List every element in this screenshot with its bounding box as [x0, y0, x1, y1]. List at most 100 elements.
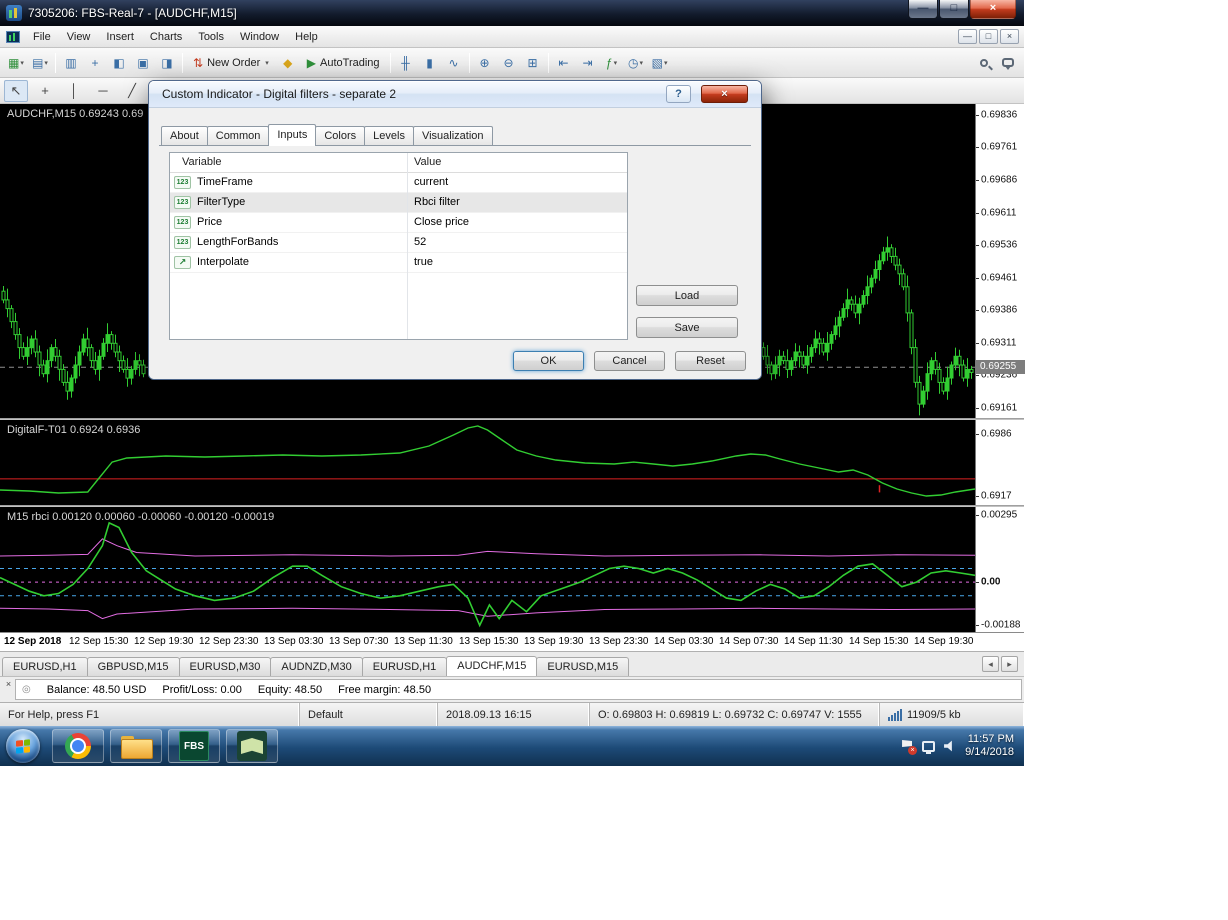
search-icon[interactable] — [972, 52, 996, 74]
ok-button[interactable]: OK — [513, 351, 584, 371]
periods-icon[interactable]: ◷▾ — [624, 52, 648, 74]
market-watch-icon[interactable]: ▥ — [59, 52, 83, 74]
step-forward-icon-glyph: ⇥ — [583, 56, 593, 70]
vertical-line-icon[interactable]: │ — [62, 80, 86, 102]
chart-tab-audnzd-m30[interactable]: AUDNZD,M30 — [270, 657, 362, 676]
menu-insert[interactable]: Insert — [98, 28, 142, 46]
line-chart-icon[interactable]: ∿ — [442, 52, 466, 74]
tab-visualization[interactable]: Visualization — [413, 126, 493, 145]
bar-chart-icon[interactable]: ╫ — [394, 52, 418, 74]
cursor-icon[interactable]: ↖ — [4, 80, 28, 102]
action-center-icon[interactable] — [901, 740, 913, 752]
table-row[interactable]: ↗Interpolatetrue — [170, 253, 627, 273]
time-label: 13 Sep 23:30 — [589, 636, 649, 647]
dropdown-arrow-icon: ▾ — [265, 59, 269, 67]
status-time[interactable]: 2018.09.13 16:15 — [438, 703, 590, 726]
tile-windows-icon[interactable]: ⊞ — [521, 52, 545, 74]
navigator-icon[interactable]: ◧ — [107, 52, 131, 74]
terminal-close-button[interactable]: × — [3, 679, 14, 690]
mdi-minimize-button[interactable]: — — [958, 29, 977, 44]
chart-tab-gbpusd-m15[interactable]: GBPUSD,M15 — [87, 657, 180, 676]
tab-colors[interactable]: Colors — [315, 126, 365, 145]
table-row[interactable]: 123PriceClose price — [170, 213, 627, 233]
zoom-in-icon[interactable]: ⊕ — [473, 52, 497, 74]
table-row[interactable]: 123FilterTypeRbci filter — [170, 193, 627, 213]
scroll-right-button[interactable]: ▸ — [1001, 656, 1018, 672]
tab-common[interactable]: Common — [207, 126, 270, 145]
profiles-icon[interactable]: ▤▾ — [28, 52, 52, 74]
time-label: 12 Sep 2018 — [4, 636, 61, 647]
indicator1-scale[interactable]: 0.69860.6917 — [975, 420, 1024, 505]
terminal-icon[interactable]: ▣ — [131, 52, 155, 74]
minimize-button[interactable]: — — [908, 0, 938, 19]
load-button[interactable]: Load — [636, 285, 738, 306]
zoom-out-icon-glyph: ⊖ — [504, 56, 514, 70]
time-axis[interactable]: 12 Sep 201812 Sep 15:3012 Sep 19:3012 Se… — [0, 632, 1024, 651]
chart-tab-eurusd-h1[interactable]: EURUSD,H1 — [2, 657, 88, 676]
restore-button[interactable]: □ — [939, 0, 969, 19]
horizontal-line-icon[interactable]: ─ — [91, 80, 115, 102]
chrome-taskbar-button[interactable] — [52, 729, 104, 763]
trendline-icon[interactable]: ╱ — [120, 80, 144, 102]
chart-tab-eurusd-m15[interactable]: EURUSD,M15 — [536, 657, 629, 676]
indicator2-scale[interactable]: 0.002950.00-0.00188 — [975, 507, 1024, 632]
scale-tick — [976, 496, 979, 497]
menu-charts[interactable]: Charts — [142, 28, 190, 46]
column-header-value: Value — [414, 156, 441, 168]
step-back-icon[interactable]: ⇤ — [552, 52, 576, 74]
new-chart-icon[interactable]: ▦▾ — [4, 52, 28, 74]
price-scale[interactable]: 0.698360.697610.696860.696110.695360.694… — [975, 104, 1024, 418]
new-order-button[interactable]: ⇅New Order▾ — [186, 54, 276, 72]
indicator2-pane[interactable]: M15 rbci 0.00120 0.00060 -0.00060 -0.001… — [0, 507, 975, 632]
menu-help[interactable]: Help — [287, 28, 326, 46]
status-ohlc: O: 0.69803 H: 0.69819 L: 0.69732 C: 0.69… — [590, 703, 880, 726]
close-button[interactable]: × — [970, 0, 1016, 19]
explorer-taskbar-button[interactable] — [110, 729, 162, 763]
taskbar-clock[interactable]: 11:57 PM 9/14/2018 — [965, 733, 1014, 759]
mdi-restore-button[interactable]: □ — [979, 29, 998, 44]
zoom-out-icon[interactable]: ⊖ — [497, 52, 521, 74]
step-forward-icon[interactable]: ⇥ — [576, 52, 600, 74]
table-row[interactable]: 123LengthForBands52 — [170, 233, 627, 253]
network-icon[interactable] — [922, 741, 935, 752]
scale-tick — [976, 434, 979, 435]
community-chat-icon[interactable] — [996, 52, 1020, 74]
indicators-icon[interactable]: ƒ▾ — [600, 52, 624, 74]
dialog-title-bar[interactable]: Custom Indicator - Digital filters - sep… — [149, 81, 761, 107]
scroll-left-button[interactable]: ◂ — [982, 656, 999, 672]
dropdown-arrow-icon: ▾ — [614, 59, 618, 67]
indicator1-pane[interactable]: DigitalF-T01 0.6924 0.6936 — [0, 420, 975, 505]
reset-button[interactable]: Reset — [675, 351, 746, 371]
data-window-icon[interactable]: + — [83, 52, 107, 74]
candlestick-icon[interactable]: ▮ — [418, 52, 442, 74]
column-divider — [407, 153, 408, 339]
tab-levels[interactable]: Levels — [364, 126, 414, 145]
docs-taskbar-button[interactable] — [226, 729, 278, 763]
chart-tab-audchf-m15[interactable]: AUDCHF,M15 — [446, 656, 537, 676]
start-button[interactable] — [6, 729, 40, 763]
crosshair-icon[interactable]: + — [33, 80, 57, 102]
templates-icon[interactable]: ▧▾ — [648, 52, 672, 74]
dropdown-arrow-icon: ▾ — [44, 59, 48, 67]
save-button[interactable]: Save — [636, 317, 738, 338]
autotrading-button[interactable]: ▶AutoTrading — [300, 54, 387, 72]
menu-window[interactable]: Window — [232, 28, 287, 46]
table-row[interactable]: 123TimeFramecurrent — [170, 173, 627, 193]
chart-tab-eurusd-h1[interactable]: EURUSD,H1 — [362, 657, 448, 676]
menu-view[interactable]: View — [59, 28, 99, 46]
tab-about[interactable]: About — [161, 126, 208, 145]
cancel-button[interactable]: Cancel — [594, 351, 665, 371]
metaeditor-icon[interactable]: ◆ — [276, 52, 300, 74]
status-profile[interactable]: Default — [300, 703, 438, 726]
menu-file[interactable]: File — [25, 28, 59, 46]
dialog-close-button[interactable]: × — [701, 85, 748, 103]
mdi-close-button[interactable]: × — [1000, 29, 1019, 44]
chart-tab-eurusd-m30[interactable]: EURUSD,M30 — [179, 657, 272, 676]
fbs-taskbar-button[interactable]: FBS — [168, 729, 220, 763]
tab-inputs[interactable]: Inputs — [268, 124, 316, 146]
dialog-help-button[interactable]: ? — [666, 85, 691, 103]
strategy-tester-icon[interactable]: ◨ — [155, 52, 179, 74]
scale-tick — [976, 213, 979, 214]
volume-icon[interactable] — [944, 740, 956, 752]
menu-tools[interactable]: Tools — [190, 28, 232, 46]
